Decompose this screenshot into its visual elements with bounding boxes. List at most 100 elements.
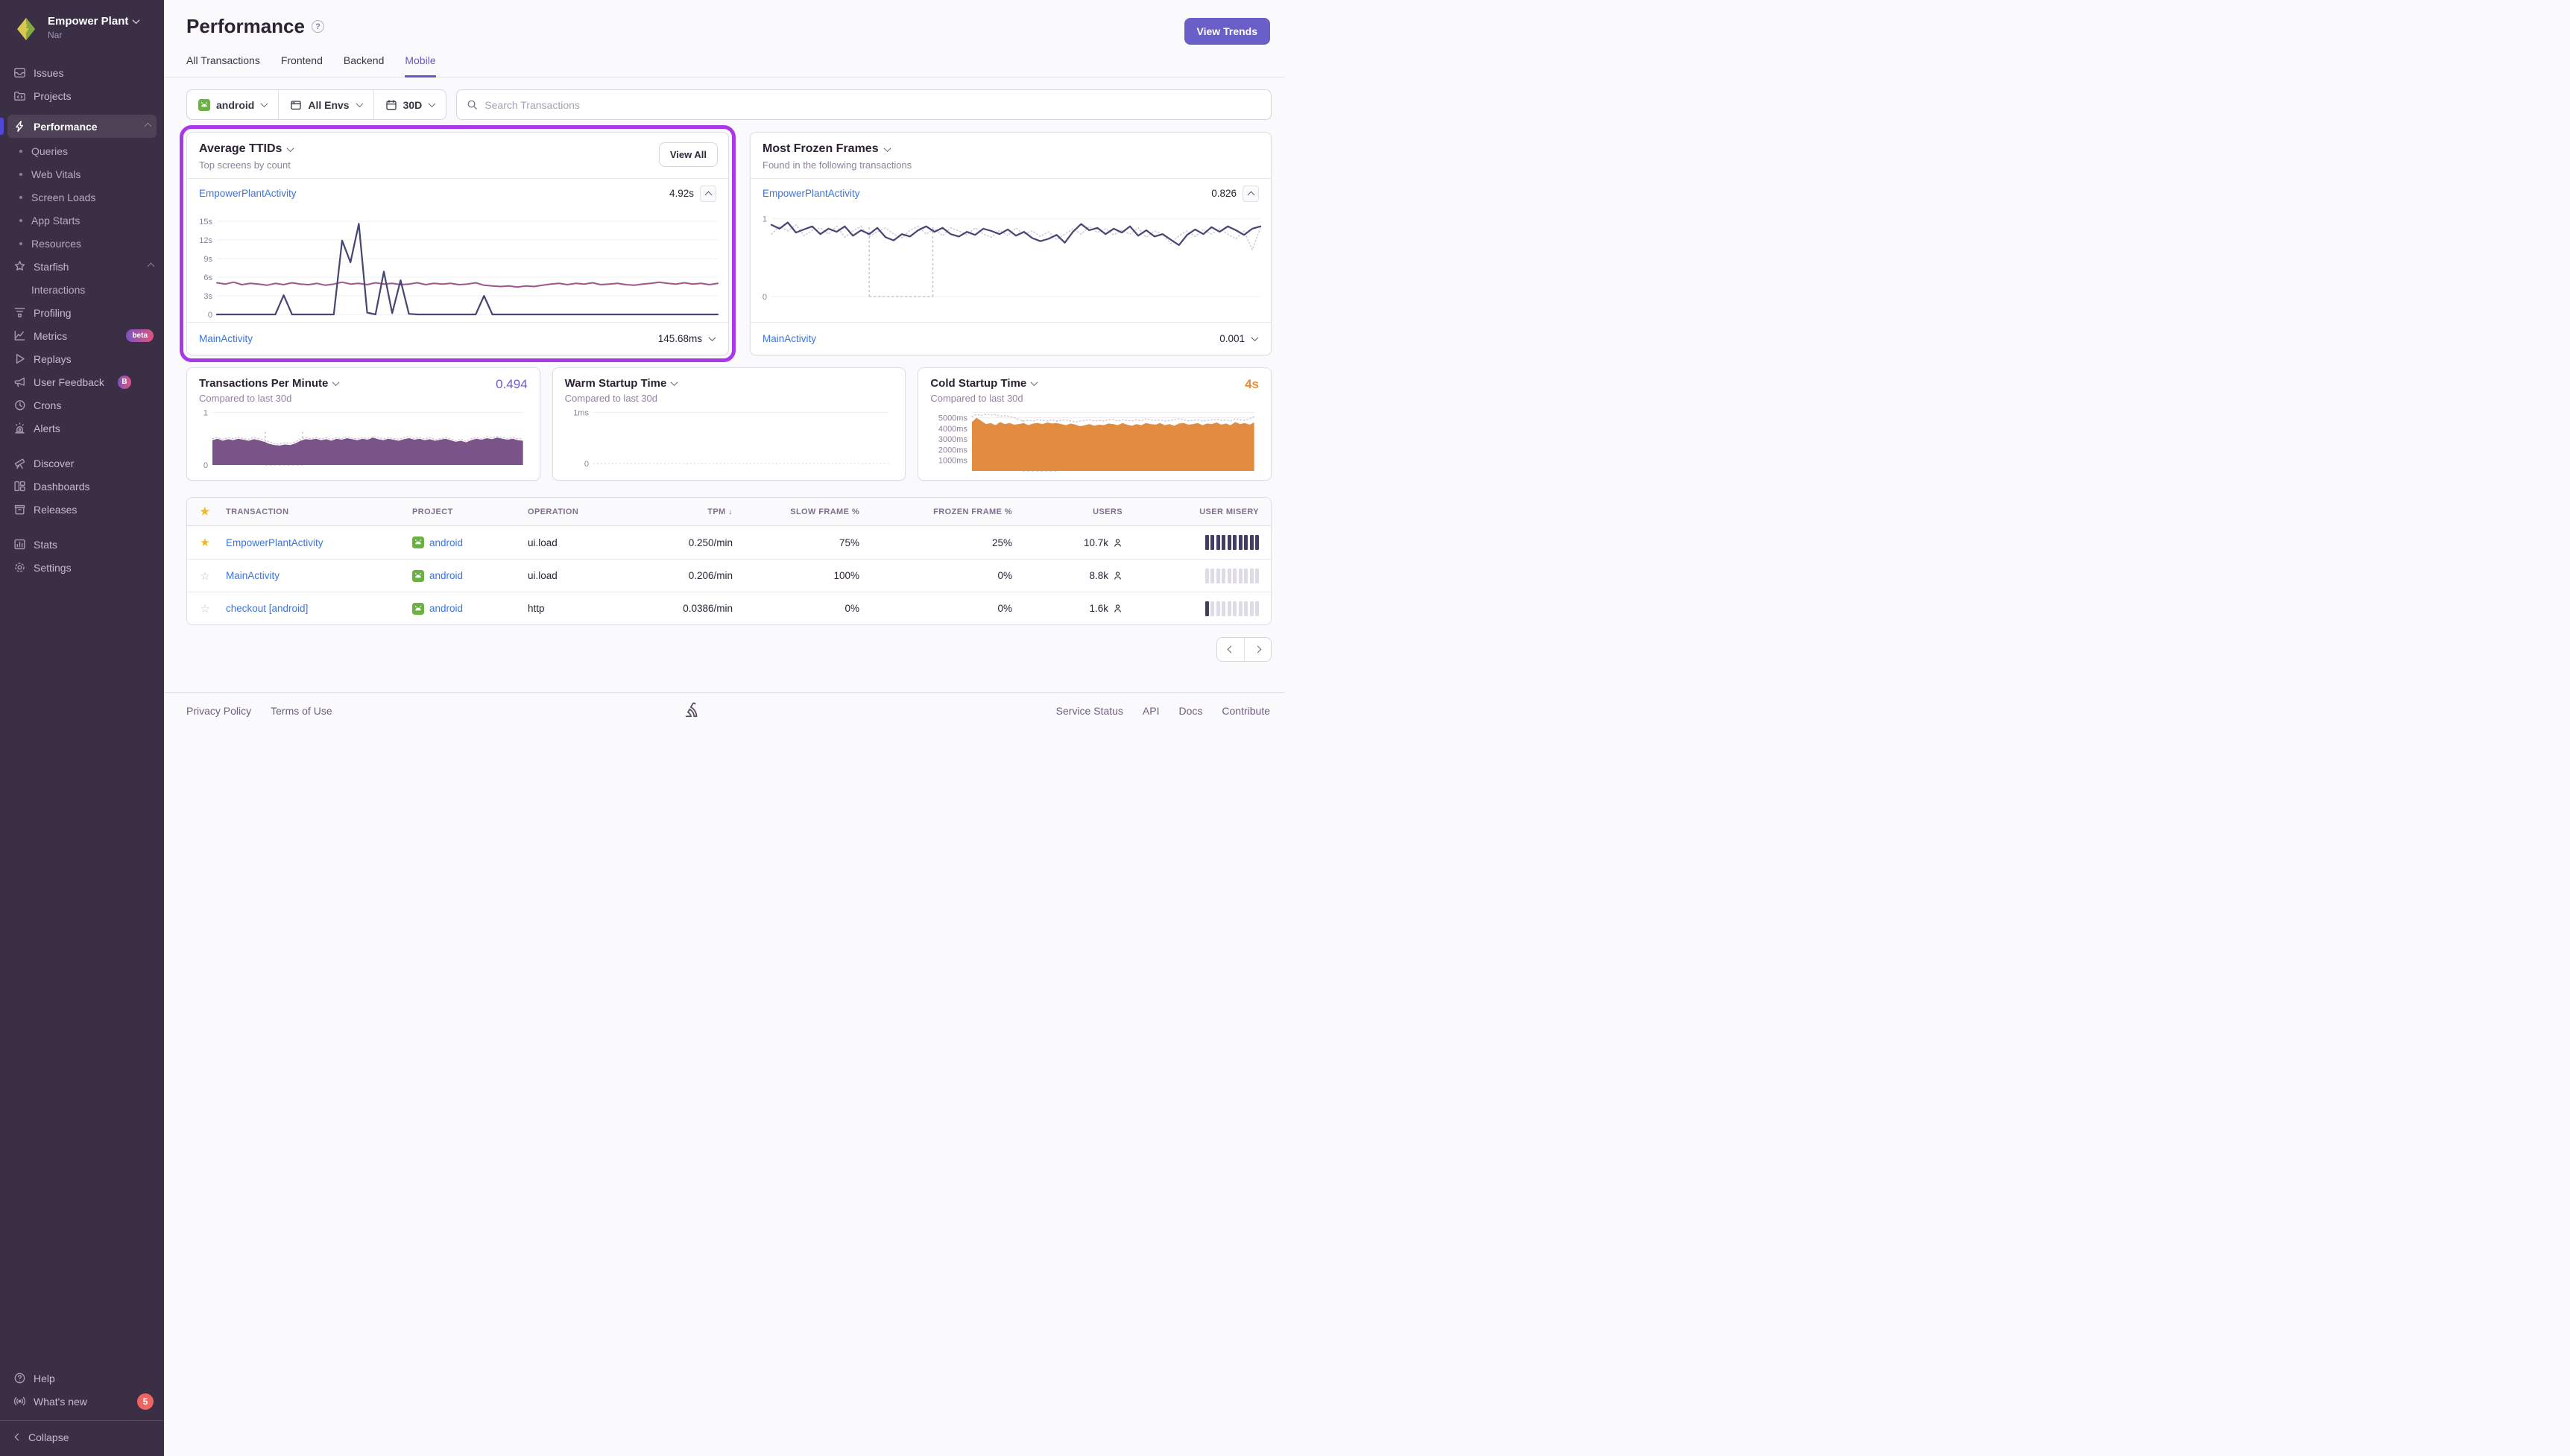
view-all-button[interactable]: View All	[659, 142, 718, 167]
favorite-star-icon[interactable]: ☆	[200, 570, 209, 583]
col-users[interactable]: USERS	[1024, 507, 1134, 516]
favorite-star-icon[interactable]: ★	[200, 536, 209, 549]
view-trends-button[interactable]: View Trends	[1184, 18, 1270, 45]
help-icon	[13, 1372, 26, 1384]
help-icon[interactable]: ?	[312, 20, 324, 33]
col-project[interactable]: PROJECT	[409, 507, 525, 516]
star-header-icon[interactable]: ★	[201, 505, 210, 517]
chevron-left-icon	[15, 1434, 22, 1441]
col-user-misery[interactable]: USER MISERY	[1134, 507, 1271, 516]
sidebar-item-metrics[interactable]: Metrics beta	[0, 324, 164, 347]
expand-row-button[interactable]	[708, 336, 716, 341]
project-link[interactable]: android	[429, 570, 463, 581]
col-transaction[interactable]: TRANSACTION	[223, 507, 409, 516]
sidebar-item-stats[interactable]: Stats	[0, 533, 164, 556]
bullet-icon	[19, 173, 22, 176]
panel-title-dropdown[interactable]: Most Frozen Frames	[763, 142, 1259, 156]
users-cell: 1.6k	[1089, 603, 1108, 614]
project-link[interactable]: android	[429, 537, 463, 548]
sidebar-item-settings[interactable]: Settings	[0, 556, 164, 579]
sidebar-item-crons[interactable]: Crons	[0, 393, 164, 417]
sidebar-item-replays[interactable]: Replays	[0, 347, 164, 370]
table-row[interactable]: ☆ MainActivity android ui.load 0.206/min…	[187, 559, 1271, 592]
table-row[interactable]: ★ EmpowerPlantActivity android ui.load 0…	[187, 526, 1271, 559]
svg-text:4000ms: 4000ms	[938, 425, 968, 434]
expand-row-button[interactable]	[1251, 336, 1259, 341]
sidebar-item-performance[interactable]: Performance	[7, 115, 157, 138]
favorite-star-icon[interactable]: ☆	[200, 603, 209, 615]
sidebar-item-whats-new[interactable]: What's new 5	[0, 1390, 164, 1413]
search-input[interactable]	[484, 99, 1261, 111]
terms-of-use-link[interactable]: Terms of Use	[271, 705, 332, 717]
sidebar-nav: Issues Projects Performance Queries Web …	[0, 61, 164, 1449]
svg-text:1ms: 1ms	[573, 408, 589, 417]
privacy-policy-link[interactable]: Privacy Policy	[186, 705, 251, 717]
sidebar-item-starfish[interactable]: Starfish	[0, 255, 164, 278]
transaction-link[interactable]: EmpowerPlantActivity	[199, 188, 297, 199]
sidebar-item-queries[interactable]: Queries	[0, 139, 164, 162]
transaction-link[interactable]: EmpowerPlantActivity	[763, 188, 860, 199]
project-link[interactable]: android	[429, 603, 463, 614]
org-switcher[interactable]: Empower Plant Nar	[0, 9, 164, 51]
svg-text:6s: 6s	[203, 273, 212, 282]
chevron-down-icon	[671, 379, 678, 386]
panel-title-dropdown[interactable]: Cold Startup Time	[930, 377, 1259, 390]
sidebar-collapse-button[interactable]: Collapse	[0, 1425, 164, 1449]
tab-mobile[interactable]: Mobile	[405, 54, 435, 77]
col-tpm[interactable]: TPM ↓	[625, 507, 745, 516]
sidebar-item-resources[interactable]: Resources	[0, 232, 164, 255]
sidebar-item-projects[interactable]: Projects	[0, 84, 164, 107]
previous-page-button[interactable]	[1217, 638, 1244, 661]
panel-title-dropdown[interactable]: Average TTIDs	[199, 142, 716, 156]
sidebar-item-interactions[interactable]: Interactions	[0, 278, 164, 301]
projects-icon	[13, 89, 26, 102]
panel-title-dropdown[interactable]: Warm Startup Time	[565, 377, 894, 390]
operation-cell: http	[525, 603, 625, 614]
transaction-link[interactable]: EmpowerPlantActivity	[226, 537, 323, 548]
date-range-filter[interactable]: 30D	[373, 90, 446, 119]
sidebar-item-user-feedback[interactable]: User Feedback B	[0, 370, 164, 393]
panel-title-dropdown[interactable]: Transactions Per Minute	[199, 377, 528, 390]
frozen-frame-cell: 0%	[871, 603, 1024, 614]
project-filter[interactable]: android	[187, 90, 278, 119]
sidebar-item-profiling[interactable]: Profiling	[0, 301, 164, 324]
transaction-link[interactable]: MainActivity	[199, 333, 253, 344]
siren-icon	[13, 422, 26, 434]
tpm-cell: 0.0386/min	[625, 603, 745, 614]
col-frozen-frame[interactable]: FROZEN FRAME %	[871, 507, 1024, 516]
tab-all-transactions[interactable]: All Transactions	[186, 54, 260, 77]
bullet-icon	[19, 242, 22, 245]
collapse-row-button[interactable]	[1243, 186, 1259, 202]
service-status-link[interactable]: Service Status	[1056, 705, 1123, 717]
api-link[interactable]: API	[1143, 705, 1160, 717]
sidebar-item-screen-loads[interactable]: Screen Loads	[0, 186, 164, 209]
org-name: Empower Plant	[48, 15, 128, 28]
col-operation[interactable]: OPERATION	[525, 507, 625, 516]
sidebar-item-discover[interactable]: Discover	[0, 452, 164, 475]
android-project-icon	[412, 570, 424, 582]
sentry-logo-icon	[684, 702, 704, 720]
transaction-link[interactable]: MainActivity	[763, 333, 816, 344]
search-icon	[467, 99, 478, 110]
col-slow-frame[interactable]: SLOW FRAME %	[745, 507, 871, 516]
docs-link[interactable]: Docs	[1179, 705, 1203, 717]
transaction-link[interactable]: MainActivity	[226, 570, 280, 581]
tab-frontend[interactable]: Frontend	[281, 54, 323, 77]
user-icon	[1113, 571, 1123, 580]
contribute-link[interactable]: Contribute	[1222, 705, 1270, 717]
sidebar-item-web-vitals[interactable]: Web Vitals	[0, 162, 164, 186]
sidebar-item-dashboards[interactable]: Dashboards	[0, 475, 164, 498]
sidebar-item-app-starts[interactable]: App Starts	[0, 209, 164, 232]
collapse-row-button[interactable]	[700, 186, 716, 202]
sidebar-item-issues[interactable]: Issues	[0, 61, 164, 84]
environment-filter[interactable]: All Envs	[278, 90, 373, 119]
tab-backend[interactable]: Backend	[344, 54, 384, 77]
table-row[interactable]: ☆ checkout [android] android http 0.0386…	[187, 592, 1271, 624]
transaction-metric-row: EmpowerPlantActivity 0.826	[751, 178, 1271, 208]
sidebar-item-releases[interactable]: Releases	[0, 498, 164, 521]
next-page-button[interactable]	[1244, 638, 1271, 661]
sidebar-item-alerts[interactable]: Alerts	[0, 417, 164, 440]
transaction-link[interactable]: checkout [android]	[226, 603, 308, 614]
telescope-icon	[13, 457, 26, 469]
sidebar-item-help[interactable]: Help	[0, 1367, 164, 1390]
